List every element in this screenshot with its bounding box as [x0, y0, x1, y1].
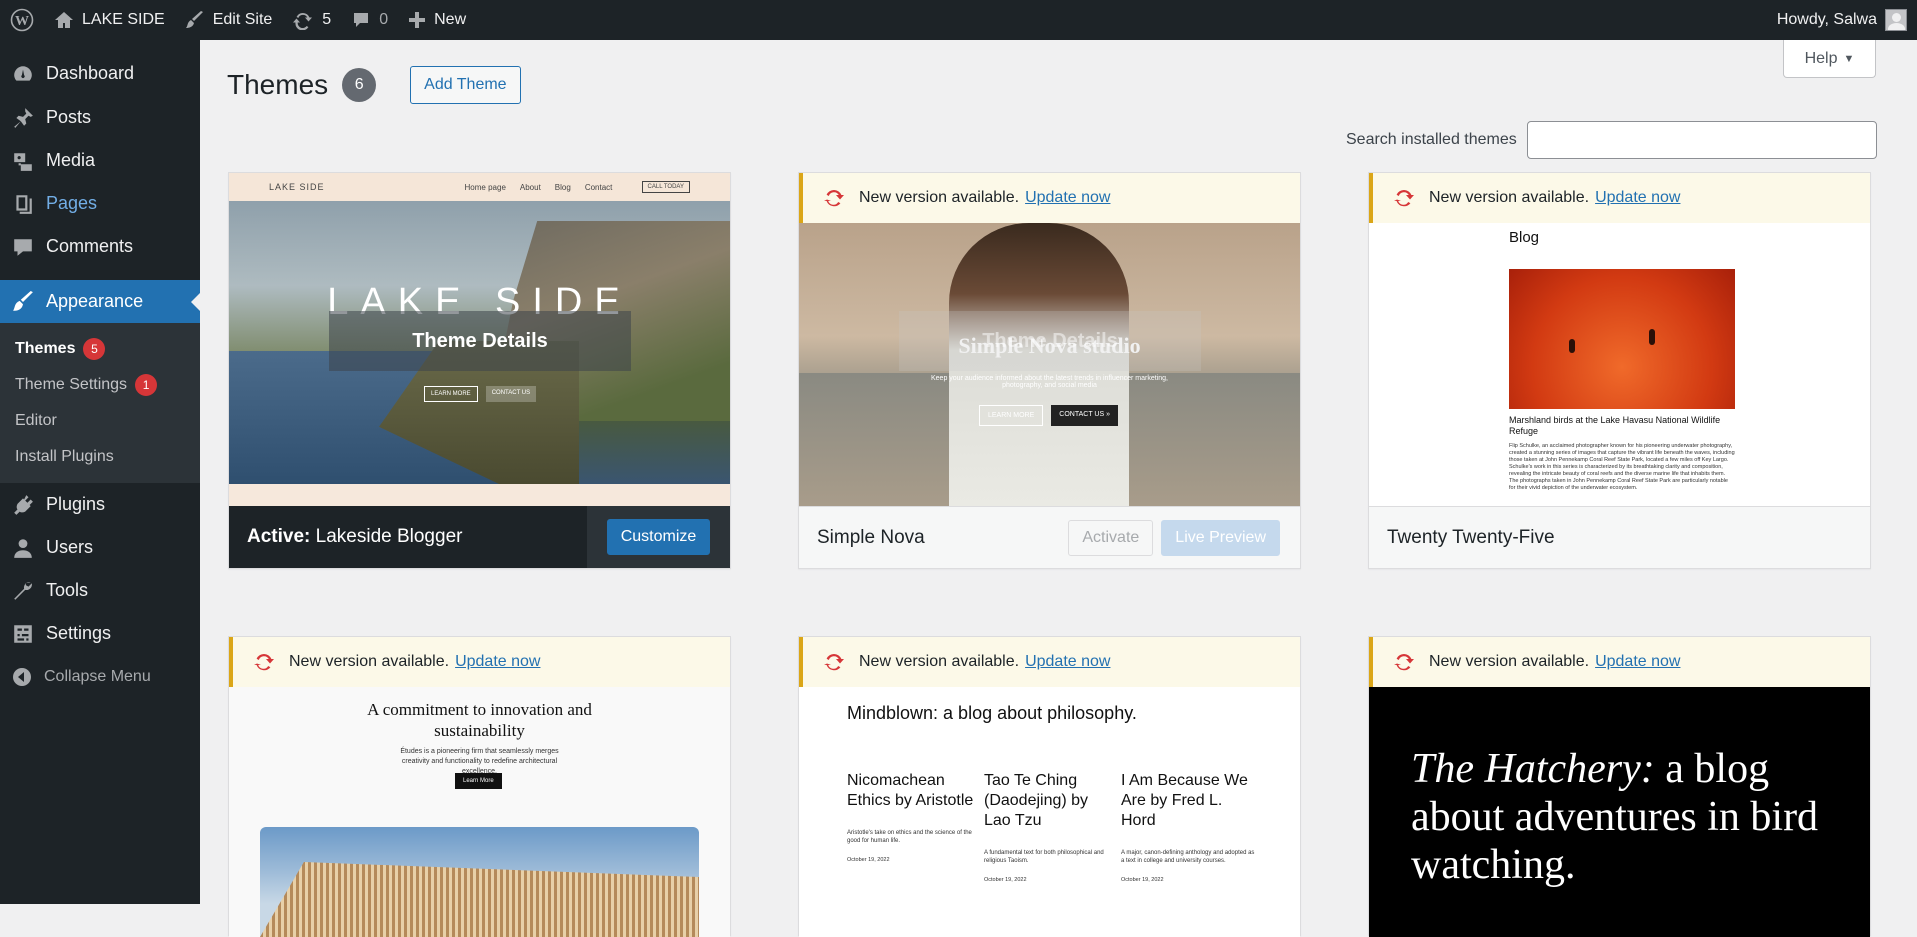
post-card: I Am Because We Are by Fred L. Hord A ma…: [1121, 772, 1255, 883]
admin-bar: W LAKE SIDE Edit Site 5 0 New Howdy, Sal…: [0, 0, 1917, 40]
theme-footer: Simple Nova Activate Live Preview: [799, 506, 1300, 568]
update-notice: New version available. Update now: [799, 173, 1300, 223]
update-now-link[interactable]: Update now: [1025, 189, 1110, 207]
theme-details-button[interactable]: Theme Details: [899, 311, 1201, 371]
update-notice: New version available. Update now: [799, 637, 1300, 687]
update-icon: [254, 653, 274, 671]
theme-details-button[interactable]: Theme Details: [329, 311, 631, 371]
live-preview-button[interactable]: Live Preview: [1161, 519, 1280, 556]
theme-screenshot[interactable]: A commitment to innovation and sustainab…: [229, 687, 730, 937]
search-label: Search installed themes: [1346, 131, 1517, 148]
main-content: Help ▼ Themes 6 Add Theme Search install…: [200, 40, 1900, 937]
paintbrush-icon: [13, 290, 33, 311]
update-icon: [824, 189, 844, 207]
plugin-icon: [14, 494, 33, 515]
updates-link[interactable]: 5: [282, 0, 341, 40]
theme-screenshot[interactable]: LAKE SIDE Home page About Blog Contact C…: [229, 173, 730, 506]
post-card: Nicomachean Ethics by Aristotle Aristotl…: [847, 772, 974, 863]
submenu-editor[interactable]: Editor: [0, 403, 200, 439]
avatar: [1885, 9, 1907, 31]
theme-name: Twenty Twenty-Five: [1387, 526, 1555, 548]
sidebar-item-plugins[interactable]: Plugins: [0, 483, 200, 526]
home-icon: [55, 12, 73, 28]
update-now-link[interactable]: Update now: [455, 653, 540, 671]
user-icon: [14, 538, 32, 558]
themes-update-badge: 5: [83, 338, 106, 360]
edit-site-link[interactable]: Edit Site: [175, 0, 283, 40]
pages-icon: [16, 194, 32, 214]
update-icon: [1394, 189, 1414, 207]
sidebar-item-users[interactable]: Users: [0, 526, 200, 569]
wrench-icon: [14, 581, 32, 600]
add-theme-button[interactable]: Add Theme: [410, 66, 521, 104]
sidebar-item-dashboard[interactable]: Dashboard: [0, 52, 200, 95]
comments-icon: [14, 238, 32, 256]
activate-button[interactable]: Activate: [1068, 519, 1154, 556]
my-account-link[interactable]: Howdy, Salwa: [1767, 0, 1917, 40]
submenu-install-plugins[interactable]: Install Plugins: [0, 439, 200, 475]
collapse-menu-button[interactable]: Collapse Menu: [0, 655, 200, 698]
theme-card-4[interactable]: New version available. Update now A comm…: [228, 636, 731, 937]
brush-icon: [185, 11, 203, 28]
theme-card-6[interactable]: New version available. Update now The Ha…: [1368, 636, 1871, 937]
update-now-link[interactable]: Update now: [1025, 653, 1110, 671]
update-icon: [824, 653, 844, 671]
dashboard-icon: [14, 65, 32, 81]
update-notice: New version available. Update now: [229, 637, 730, 687]
admin-sidebar: Dashboard Posts Media Pages Comments App…: [0, 40, 200, 904]
settings-icon: [14, 624, 32, 643]
theme-name: Simple Nova: [817, 526, 925, 548]
theme-actions: Activate Live Preview: [1068, 519, 1300, 556]
sidebar-item-posts[interactable]: Posts: [0, 96, 200, 139]
theme-actions: Customize: [587, 506, 730, 568]
update-icon: [1394, 653, 1414, 671]
theme-screenshot[interactable]: Blog Marshland birds at the Lake Havasu …: [1369, 223, 1870, 506]
theme-card-lakeside-blogger[interactable]: LAKE SIDE Home page About Blog Contact C…: [228, 172, 731, 569]
help-button[interactable]: Help ▼: [1783, 40, 1876, 78]
update-notice: New version available. Update now: [1369, 637, 1870, 687]
update-now-link[interactable]: Update now: [1595, 189, 1680, 207]
wordpress-logo-icon[interactable]: W: [0, 0, 44, 40]
theme-card-simple-nova[interactable]: New version available. Update now Simple…: [798, 172, 1301, 569]
sidebar-item-tools[interactable]: Tools: [0, 569, 200, 612]
theme-screenshot[interactable]: The Hatchery: a blog about adventures in…: [1369, 687, 1870, 937]
appearance-submenu: Themes 5 Theme Settings 1 Editor Install…: [0, 323, 200, 483]
plus-icon: [409, 12, 426, 28]
pin-icon: [14, 107, 33, 128]
sidebar-item-settings[interactable]: Settings: [0, 612, 200, 655]
search-box: Search installed themes: [1346, 121, 1877, 159]
new-content-link[interactable]: New: [398, 0, 476, 40]
submenu-themes[interactable]: Themes 5: [0, 331, 200, 367]
svg-text:W: W: [15, 14, 29, 29]
theme-footer: Active: Lakeside Blogger Customize: [229, 506, 730, 568]
theme-settings-badge: 1: [135, 374, 158, 396]
caret-down-icon: ▼: [1843, 52, 1855, 65]
update-notice: New version available. Update now: [1369, 173, 1870, 223]
sidebar-item-comments[interactable]: Comments: [0, 225, 200, 268]
page-header: Themes 6 Add Theme: [227, 66, 521, 104]
theme-name: Lakeside Blogger: [315, 526, 463, 547]
update-now-link[interactable]: Update now: [1595, 653, 1680, 671]
media-icon: [14, 152, 32, 171]
collapse-icon: [13, 667, 31, 686]
theme-card-twenty-twenty-five[interactable]: New version available. Update now Blog M…: [1368, 172, 1871, 569]
search-input[interactable]: [1526, 121, 1877, 159]
submenu-theme-settings[interactable]: Theme Settings 1: [0, 367, 200, 403]
comments-link[interactable]: 0: [341, 0, 398, 40]
theme-card-5[interactable]: New version available. Update now Mindbl…: [798, 636, 1301, 937]
sidebar-item-pages[interactable]: Pages: [0, 182, 200, 225]
theme-screenshot[interactable]: Mindblown: a blog about philosophy. Nico…: [799, 687, 1300, 937]
post-card: Tao Te Ching (Daodejing) by Lao Tzu A fu…: [984, 772, 1104, 883]
sidebar-item-media[interactable]: Media: [0, 139, 200, 182]
customize-button[interactable]: Customize: [606, 519, 711, 555]
sidebar-item-appearance[interactable]: Appearance: [0, 280, 200, 323]
updates-icon: [293, 12, 313, 30]
comment-icon: [354, 13, 369, 27]
page-title: Themes: [227, 69, 329, 100]
theme-count: 6: [342, 68, 377, 102]
theme-screenshot[interactable]: Simple Nova studio Keep your audience in…: [799, 223, 1300, 506]
site-name-link[interactable]: LAKE SIDE: [44, 0, 175, 40]
theme-footer: Twenty Twenty-Five: [1369, 506, 1870, 568]
